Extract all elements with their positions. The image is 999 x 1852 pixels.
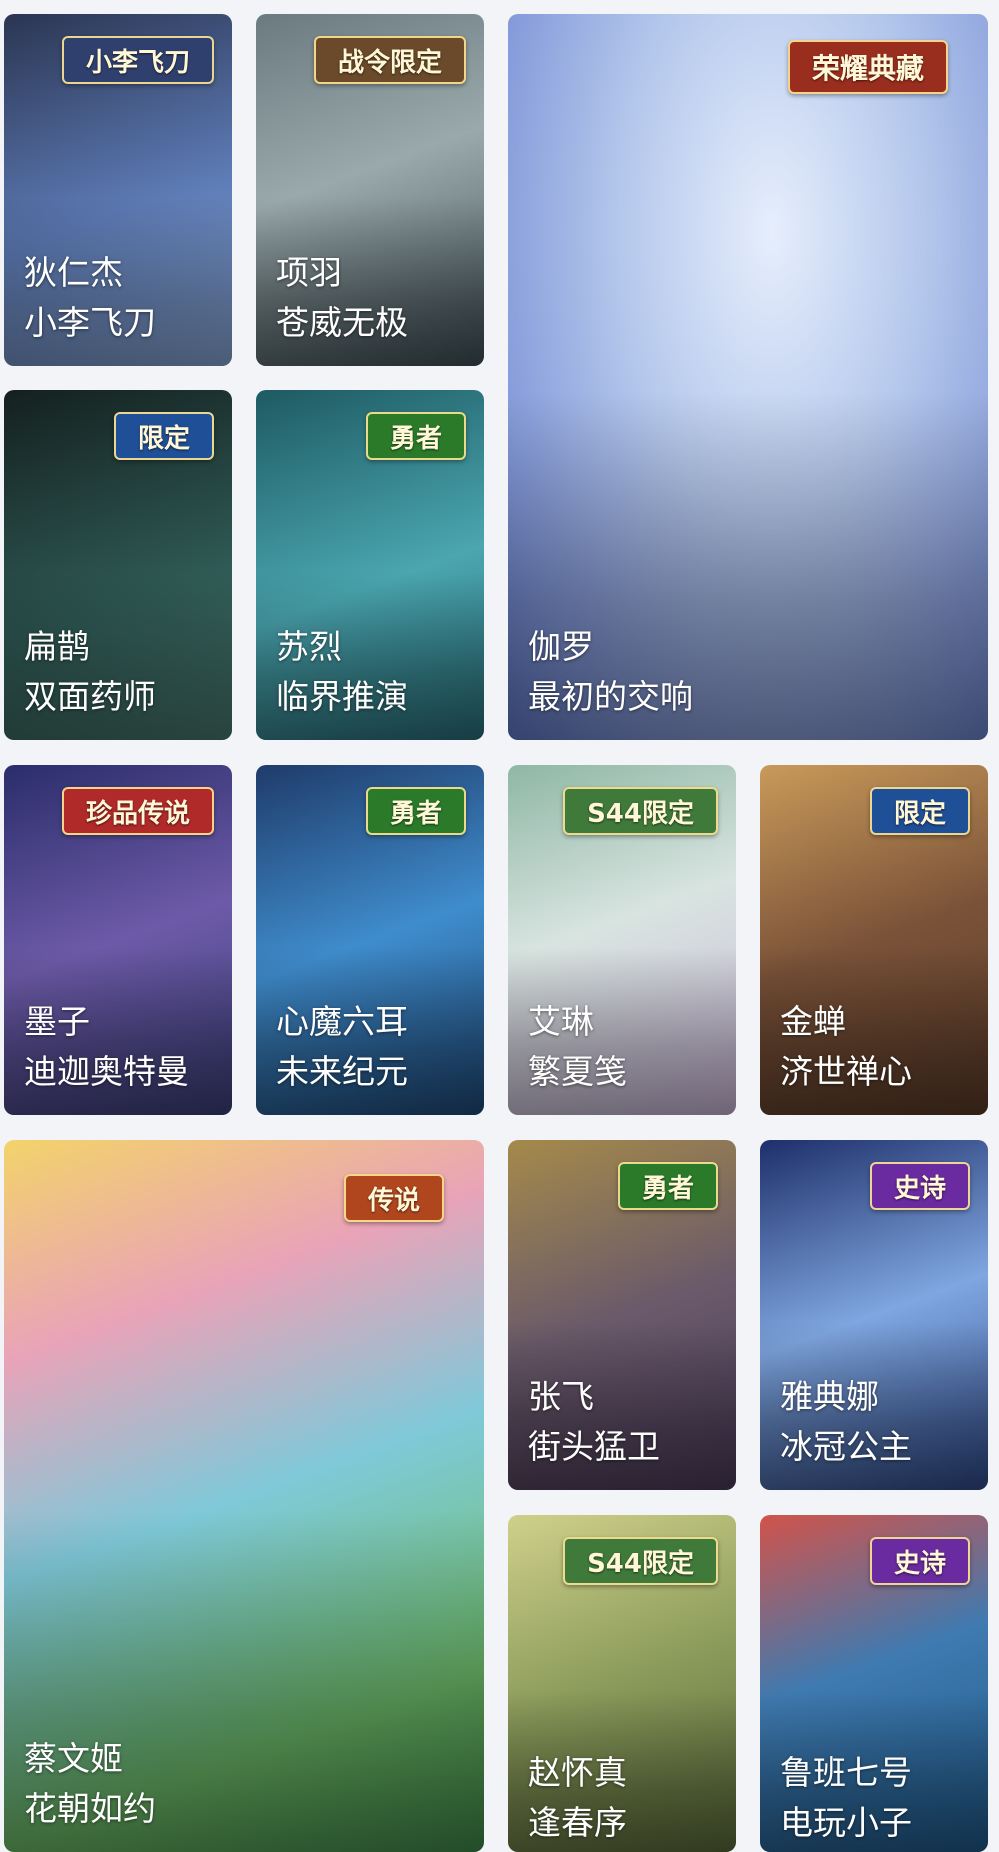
skin-name: 繁夏笺	[528, 1052, 627, 1091]
hero-name: 艾琳	[528, 1002, 594, 1041]
skin-card-jinchan[interactable]: 限定 金蝉 济世禅心	[760, 765, 988, 1115]
skin-card-zhangfei[interactable]: 勇者 张飞 街头猛卫	[508, 1140, 736, 1490]
hero-name: 金蝉	[780, 1002, 846, 1041]
skin-card-mozi[interactable]: 珍品传说 墨子 迪迦奥特曼	[4, 765, 232, 1115]
skin-name: 最初的交响	[528, 677, 693, 716]
rarity-badge: 荣耀典藏	[787, 40, 948, 94]
hero-name: 扁鹊	[24, 627, 90, 666]
skin-name: 济世禅心	[780, 1052, 912, 1091]
hero-name: 墨子	[24, 1002, 90, 1041]
rarity-badge: S44限定	[563, 787, 718, 835]
rarity-badge: 传说	[343, 1174, 444, 1222]
hero-name: 狄仁杰	[24, 253, 123, 292]
hero-name: 心魔六耳	[276, 1002, 408, 1041]
skin-name: 花朝如约	[24, 1789, 156, 1828]
hero-name: 蔡文姬	[24, 1739, 123, 1778]
skin-card-caiwenji[interactable]: 传说 蔡文姬 花朝如约	[4, 1140, 484, 1852]
skin-name: 电玩小子	[780, 1803, 912, 1842]
skin-card-direnjie[interactable]: 小李飞刀 狄仁杰 小李飞刀	[4, 14, 232, 366]
rarity-badge: 珍品传说	[61, 787, 214, 835]
skin-card-ailin[interactable]: S44限定 艾琳 繁夏笺	[508, 765, 736, 1115]
rarity-badge: 勇者	[365, 412, 466, 460]
skin-card-bianque[interactable]: 限定 扁鹊 双面药师	[4, 390, 232, 740]
rarity-badge: 限定	[113, 412, 214, 460]
skin-card-liuer[interactable]: 勇者 心魔六耳 未来纪元	[256, 765, 484, 1115]
hero-name: 鲁班七号	[780, 1753, 912, 1792]
rarity-badge: 战令限定	[313, 36, 466, 84]
hero-name: 项羽	[276, 253, 342, 292]
skin-card-sulie[interactable]: 勇者 苏烈 临界推演	[256, 390, 484, 740]
skin-card-zhaohuaizhen[interactable]: S44限定 赵怀真 逢春序	[508, 1515, 736, 1852]
skin-name: 双面药师	[24, 677, 156, 716]
skin-name: 冰冠公主	[780, 1427, 912, 1466]
hero-name: 伽罗	[528, 627, 594, 666]
hero-name: 苏烈	[276, 627, 342, 666]
rarity-badge: S44限定	[563, 1537, 718, 1585]
skin-title-logo: 小李飞刀	[61, 36, 214, 84]
skin-card-luban[interactable]: 史诗 鲁班七号 电玩小子	[760, 1515, 988, 1852]
hero-name: 张飞	[528, 1377, 594, 1416]
skin-card-jialuo[interactable]: 荣耀典藏 伽罗 最初的交响	[508, 14, 988, 740]
rarity-badge: 勇者	[617, 1162, 718, 1210]
hero-name: 雅典娜	[780, 1377, 879, 1416]
skin-name: 迪迦奥特曼	[24, 1052, 189, 1091]
rarity-badge: 史诗	[869, 1537, 970, 1585]
rarity-badge: 史诗	[869, 1162, 970, 1210]
skin-name: 小李飞刀	[24, 303, 156, 342]
skin-name: 临界推演	[276, 677, 408, 716]
skin-name: 未来纪元	[276, 1052, 408, 1091]
rarity-badge: 勇者	[365, 787, 466, 835]
skin-name: 苍威无极	[276, 303, 408, 342]
hero-name: 赵怀真	[528, 1753, 627, 1792]
skin-name: 逢春序	[528, 1803, 627, 1842]
skin-name: 街头猛卫	[528, 1427, 660, 1466]
skin-card-yadianna[interactable]: 史诗 雅典娜 冰冠公主	[760, 1140, 988, 1490]
skin-card-xiangyu[interactable]: 战令限定 项羽 苍威无极	[256, 14, 484, 366]
rarity-badge: 限定	[869, 787, 970, 835]
